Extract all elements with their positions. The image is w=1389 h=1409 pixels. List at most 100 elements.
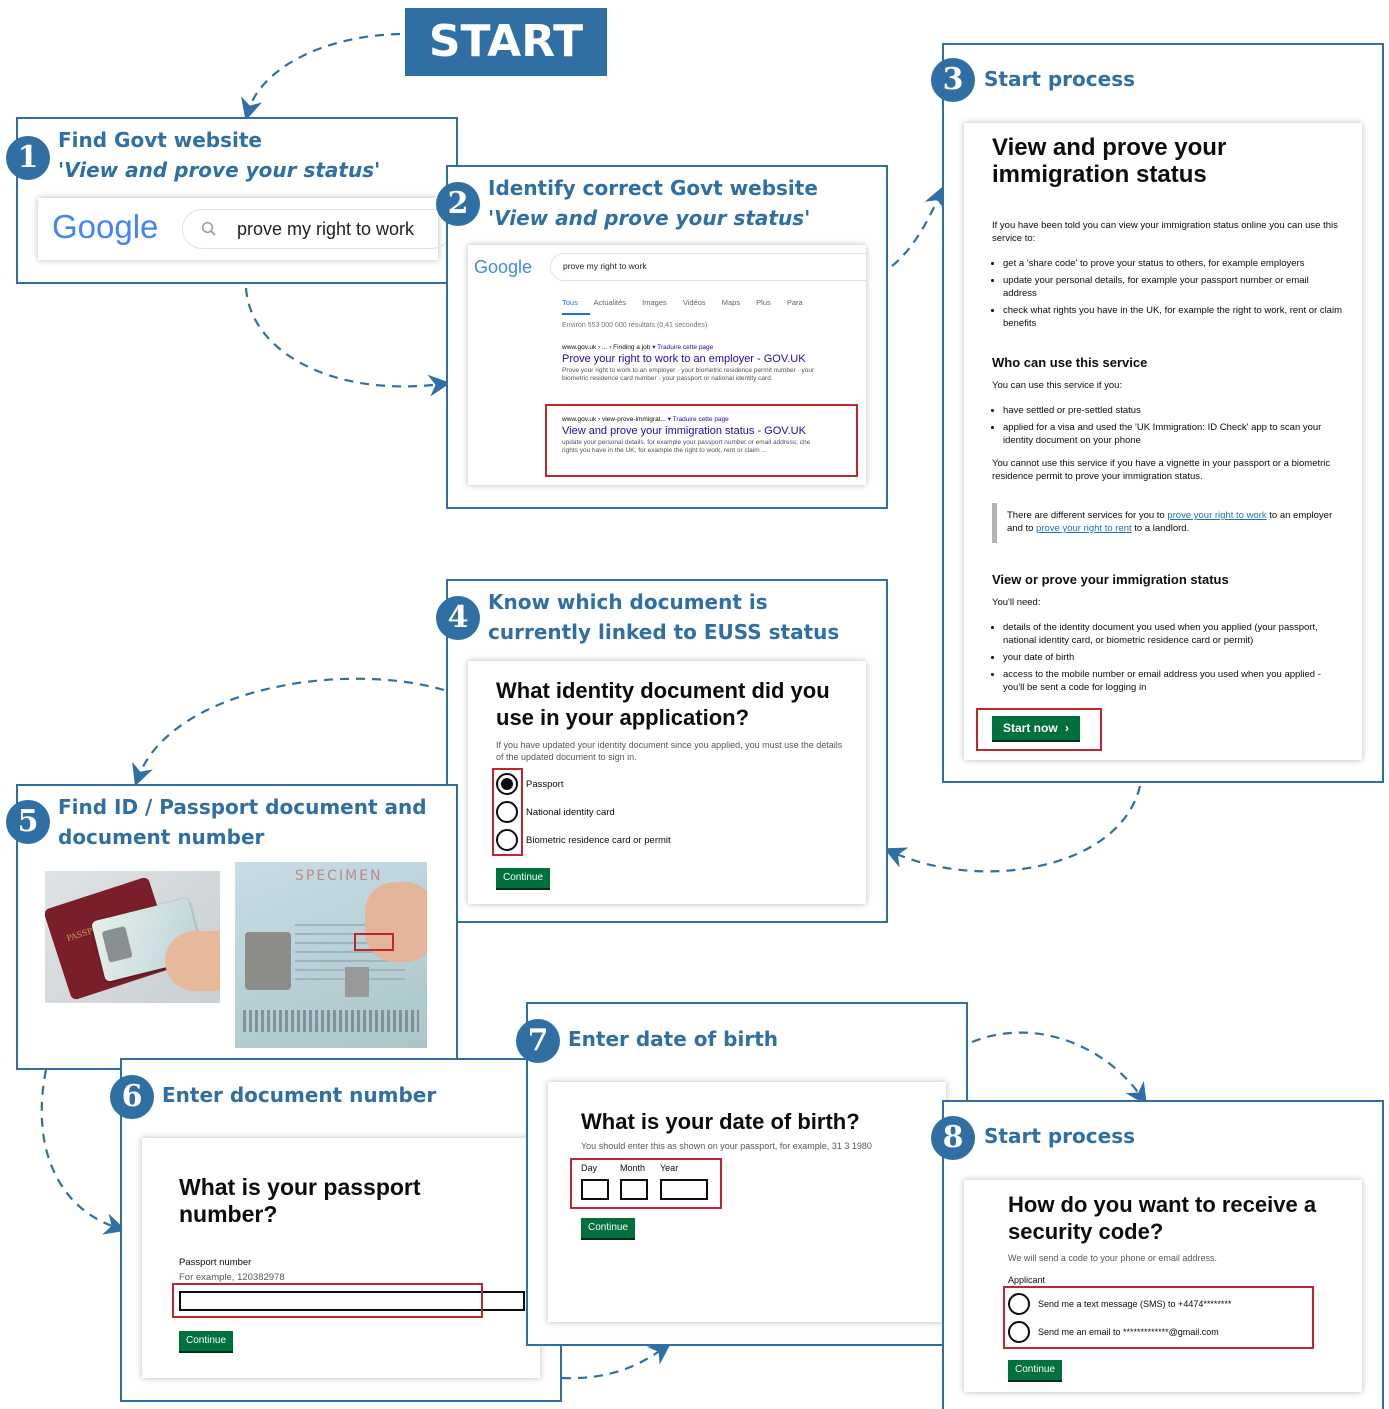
results-search-field[interactable]: prove my right to work [550,253,866,281]
list-item: your date of birth [1003,651,1342,664]
inset-text: There are different services for you to … [992,503,1342,543]
result-1-snippet-1: Prove your right to work to an employer … [562,367,815,374]
start-now-highlight [976,708,1102,751]
passport-number-page: What is your passport number? Passport n… [142,1138,540,1378]
step-5-title: Find ID / Passport document and document… [58,792,427,852]
tab-all[interactable]: Tous [562,298,578,307]
tab-videos[interactable]: Vidéos [683,298,706,307]
step-6-badge: 6 [110,1075,154,1119]
step-2-badge: 2 [436,182,480,226]
step-4-title-line-2: currently linked to EUSS status [488,620,840,644]
continue-button[interactable]: Continue [179,1331,233,1351]
step-8-title: Start process [984,1124,1135,1148]
list-item: applied for a visa and used the 'UK Immi… [1003,421,1342,447]
step-5-title-line-2: document number [58,825,265,849]
identity-heading: What identity document did you use in yo… [496,678,830,730]
need-list: details of the identity document you use… [992,621,1342,694]
date-of-birth-heading: What is your date of birth? [581,1109,860,1134]
result-count: Environ 553 000 000 résultats (0,41 seco… [562,322,708,329]
continue-button[interactable]: Continue [581,1218,635,1238]
step-5-title-line-1: Find ID / Passport document and [58,795,427,819]
google-search-box: Google prove my right to work [38,198,452,260]
cannot-text: You cannot use this service if you have … [992,458,1331,482]
passport-and-id-photo: PASSPORT [45,871,220,1003]
arrow-7-to-8 [971,1031,1147,1106]
continue-button[interactable]: Continue [1008,1360,1062,1380]
prove-right-to-rent-link[interactable]: prove your right to rent [1036,523,1132,534]
arrow-3-to-4 [883,785,1142,873]
arrow-4-to-5 [132,677,445,787]
security-code-heading: How do you want to receive a security co… [1008,1192,1317,1244]
search-field[interactable]: prove my right to work [182,209,452,249]
google-logo-small: Google [474,257,533,277]
who-list: have settled or pre-settled status appli… [992,404,1342,447]
brp-label[interactable]: Biometric residence card or permit [526,835,671,846]
tab-more[interactable]: Plus [756,298,771,307]
passport-number-highlight [172,1283,483,1318]
step-7-badge: 7 [516,1019,560,1063]
step-5-badge: 5 [6,800,50,844]
govuk-start-page: View and prove your immigration status I… [964,123,1362,760]
security-options-highlight [1003,1286,1314,1349]
identity-hint: If you have updated your identity docume… [496,740,843,762]
tab-images[interactable]: Images [642,298,667,307]
result-2-highlight [545,404,858,477]
need-text: You'll need: [992,597,1041,608]
step-4-badge: 4 [436,596,480,640]
arrow-1-to-2 [244,287,451,397]
list-item: get a 'share code' to prove your status … [1003,257,1342,270]
who-intro: You can use this service if you: [992,380,1123,391]
step-3-title: Start process [984,67,1135,91]
result-1-breadcrumb: www.gov.uk › ... › Finding a job [562,344,651,351]
view-heading: View or prove your immigration status [992,572,1229,587]
tab-params[interactable]: Para [787,298,803,307]
security-code-hint: We will send a code to your phone or ema… [1008,1253,1217,1263]
search-icon [201,221,216,236]
search-query: prove my right to work [237,219,415,239]
national-id-label[interactable]: National identity card [526,807,615,818]
list-item: check what rights you have in the UK, fo… [1003,304,1342,330]
result-1-snippet-2: biometric residence card number · your p… [562,375,773,382]
results-tabs: Tous Actualités Images Vidéos Maps Plus … [562,298,803,307]
tab-maps[interactable]: Maps [722,298,740,307]
passport-number-heading: What is your passport number? [179,1174,421,1227]
list-item: update your personal details, for exampl… [1003,274,1342,300]
step-6-title: Enter document number [162,1083,437,1107]
intro-text: If you have been told you can view your … [992,220,1338,244]
step-1-subtitle: 'View and prove your status' [58,158,381,182]
start-page-body: If you have been told you can view your … [992,219,1342,698]
tab-news[interactable]: Actualités [594,298,627,307]
date-of-birth-hint: You should enter this as shown on your p… [581,1141,872,1151]
arrow-2-to-3 [891,185,945,267]
step-2-subtitle: 'View and prove your status' [488,206,811,230]
step-3-badge: 3 [931,58,975,102]
step-8-badge: 8 [931,1116,975,1160]
who-heading: Who can use this service [992,355,1148,370]
applicant-legend: Applicant [1008,1275,1046,1285]
prove-right-to-work-link[interactable]: prove your right to work [1167,510,1266,521]
identity-document-page: What identity document did you use in yo… [468,661,866,904]
continue-button[interactable]: Continue [496,868,550,888]
result-1-translate[interactable]: ▾ Traduire cette page [652,344,713,351]
passport-data-page-photo: SPECIMEN [235,862,427,1048]
list-item: details of the identity document you use… [1003,621,1342,647]
hand [165,931,220,991]
services-list: get a 'share code' to prove your status … [992,257,1342,330]
start-label: START [405,8,607,76]
step-4-title: Know which document is currently linked … [488,587,839,647]
list-item: access to the mobile number or email add… [1003,668,1342,694]
step-1-badge: 1 [6,136,50,180]
start-page-heading: View and prove your immigration status [992,134,1227,188]
passport-number-hint: For example, 120382978 [179,1272,285,1283]
step-1-title-text: Find Govt website [58,128,262,152]
passport-label[interactable]: Passport [526,779,564,790]
result-1[interactable]: www.gov.uk › ... › Finding a job ▾ Tradu… [562,343,862,382]
document-number-highlight [354,933,394,951]
result-1-title[interactable]: Prove your right to work to an employer … [562,353,862,365]
radio-options-highlight [492,768,523,856]
arrow-5-to-6 [40,1069,127,1235]
step-4-title-line-1: Know which document is [488,590,768,614]
list-item: have settled or pre-settled status [1003,404,1342,417]
step-7-title: Enter date of birth [568,1027,778,1051]
date-fields-highlight [570,1158,722,1209]
